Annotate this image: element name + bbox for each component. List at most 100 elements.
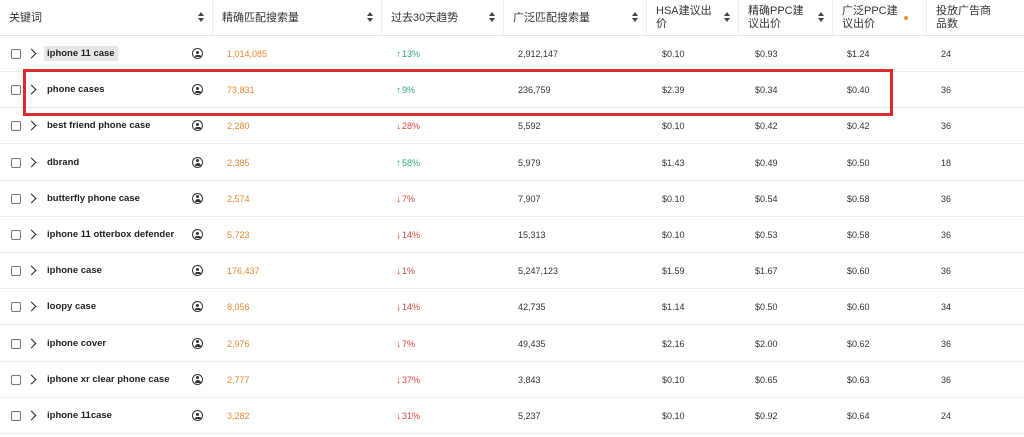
chevron-right-icon[interactable] [26, 48, 37, 59]
exact-volume-value: 8,056 [227, 302, 250, 313]
column-header-exact-volume[interactable]: 精确匹配搜索量 [213, 0, 382, 36]
broad-ppc-value: $0.50 [847, 157, 870, 168]
hsa-bid-value: $0.10 [662, 49, 685, 59]
column-header-broad-volume[interactable]: 广泛匹配搜索量 [504, 0, 647, 36]
exact-ppc-value: $0.42 [755, 121, 778, 132]
sort-icon[interactable] [818, 12, 824, 23]
row-checkbox[interactable] [11, 121, 21, 132]
exact-volume-value: 2,777 [227, 374, 250, 385]
row-checkbox[interactable] [11, 302, 21, 313]
row-checkbox[interactable] [11, 49, 21, 59]
keyword-text[interactable]: best friend phone case [47, 108, 150, 144]
hsa-bid-value: $1.59 [662, 266, 685, 277]
table-row[interactable]: iphone 11case 3,282 ↓31% 5,237 $0.10 $0.92 $0.… [0, 398, 1024, 434]
keyword-text[interactable]: iphone case [47, 253, 102, 289]
user-circle-icon[interactable] [192, 229, 203, 240]
sort-icon[interactable] [724, 12, 730, 23]
user-circle-icon[interactable] [192, 120, 203, 132]
table-row[interactable]: iphone 11 otterbox defender 5,723 ↓14% 15,3… [0, 217, 1024, 253]
user-circle-icon[interactable] [192, 373, 203, 385]
keyword-text[interactable]: butterfly phone case [47, 181, 140, 217]
exact-volume-value: 1,014,085 [227, 49, 268, 59]
trend-value: ↓7% [396, 326, 415, 362]
table-row[interactable]: iphone 11 case 1,014,085 ↑13% 2,912,147 $0.1… [0, 36, 1024, 72]
trend-percent: 31% [402, 411, 421, 421]
exact-volume-value: 176,437 [227, 266, 260, 277]
table-row[interactable]: iphone xr clear phone case 2,777 ↓37% 3,843… [0, 362, 1024, 398]
column-header-trend[interactable]: 过去30天趋势 [382, 0, 504, 36]
keyword-text[interactable]: phone cases [47, 72, 105, 108]
sort-icon[interactable] [632, 12, 638, 23]
trend-percent: 14% [402, 230, 421, 240]
chevron-right-icon[interactable] [26, 229, 37, 240]
keyword-text[interactable]: iphone xr clear phone case [47, 362, 170, 398]
column-header-exact-ppc[interactable]: 精确PPC建议出价 [739, 0, 833, 36]
row-checkbox[interactable] [11, 411, 21, 421]
table-row[interactable]: loopy case 8,056 ↓14% 42,735 $1.14 $0.50 $0.60… [0, 289, 1024, 326]
exact-volume-value: 73,831 [227, 85, 255, 96]
keyword-text[interactable]: dbrand [47, 145, 79, 181]
user-circle-icon[interactable] [192, 265, 203, 277]
chevron-right-icon[interactable] [26, 265, 37, 276]
chevron-right-icon[interactable] [26, 157, 37, 168]
sort-icon[interactable] [198, 12, 204, 23]
arrow-up-icon: ↑ [396, 85, 401, 97]
chevron-right-icon[interactable] [26, 338, 37, 349]
column-header-ads-count[interactable]: 投放广告商品数 [927, 0, 1024, 36]
chevron-right-icon[interactable] [26, 301, 37, 312]
row-checkbox[interactable] [11, 374, 21, 385]
table-row[interactable]: phone cases 73,831 ↑9% 236,759 $2.39 $0.34 $0.… [0, 72, 1024, 109]
row-checkbox[interactable] [11, 230, 21, 240]
arrow-down-icon: ↓ [396, 374, 401, 386]
keyword-text[interactable]: iphone cover [47, 326, 106, 362]
row-checkbox[interactable] [11, 85, 21, 96]
broad-volume-value: 7,907 [518, 193, 541, 204]
table-row[interactable]: iphone case 176,437 ↓1% 5,247,123 $1.59 $1.67… [0, 253, 1024, 290]
chevron-right-icon[interactable] [26, 410, 37, 421]
column-header-label: HSA建议出价 [656, 5, 712, 30]
user-circle-icon[interactable] [192, 48, 203, 59]
hsa-bid-value: $0.10 [662, 121, 685, 132]
row-checkbox[interactable] [11, 266, 21, 277]
user-circle-icon[interactable] [192, 84, 203, 96]
broad-ppc-value: $0.58 [847, 193, 870, 204]
user-circle-icon[interactable] [192, 337, 203, 349]
chevron-right-icon[interactable] [26, 193, 37, 204]
chevron-right-icon[interactable] [26, 374, 37, 385]
hsa-bid-value: $0.10 [662, 374, 685, 385]
trend-percent: 58% [402, 157, 421, 168]
hsa-bid-value: $1.43 [662, 157, 685, 168]
keyword-text[interactable]: iphone 11 otterbox defender [47, 217, 174, 253]
row-checkbox[interactable] [11, 338, 21, 349]
keyword-text[interactable]: iphone 11 case [44, 46, 118, 61]
column-header-keyword[interactable]: 关键词 [0, 0, 213, 36]
table-row[interactable]: best friend phone case 2,280 ↓28% 5,592 $0.1… [0, 108, 1024, 145]
user-circle-icon[interactable] [192, 156, 203, 168]
keyword-text[interactable]: loopy case [47, 289, 96, 325]
ads-count-value: 36 [941, 193, 952, 204]
chevron-right-icon[interactable] [26, 84, 37, 95]
user-circle-icon[interactable] [192, 192, 203, 204]
user-circle-icon[interactable] [192, 301, 203, 313]
row-checkbox[interactable] [11, 157, 21, 168]
table-row[interactable]: dbrand 2,385 ↑58% 5,979 $1.43 $0.49 $0.50 18 [0, 145, 1024, 181]
arrow-down-icon: ↓ [396, 266, 401, 278]
broad-volume-value: 49,435 [518, 338, 546, 349]
column-header-hsa-bid[interactable]: HSA建议出价 [647, 0, 739, 36]
trend-percent: 9% [402, 85, 416, 96]
sort-icon[interactable] [367, 12, 373, 23]
exact-ppc-value: $0.49 [755, 157, 778, 168]
sort-icon[interactable] [489, 12, 495, 23]
column-header-broad-ppc[interactable]: 广泛PPC建议出价 [833, 0, 927, 36]
table-row[interactable]: iphone cover 2,976 ↓7% 49,435 $2.16 $2.00 $0.6… [0, 326, 1024, 362]
table-row[interactable]: butterfly phone case 2,574 ↓7% 7,907 $0.10 $0… [0, 181, 1024, 217]
keyword-text[interactable]: iphone 11case [47, 398, 112, 434]
arrow-down-icon: ↓ [396, 121, 401, 133]
row-checkbox[interactable] [11, 193, 21, 204]
trend-percent: 7% [402, 338, 416, 349]
column-header-label: 过去30天趋势 [391, 12, 459, 24]
user-circle-icon[interactable] [192, 410, 203, 421]
exact-volume-value: 2,280 [227, 121, 250, 132]
trend-value: ↑13% [396, 36, 420, 72]
chevron-right-icon[interactable] [26, 120, 37, 131]
